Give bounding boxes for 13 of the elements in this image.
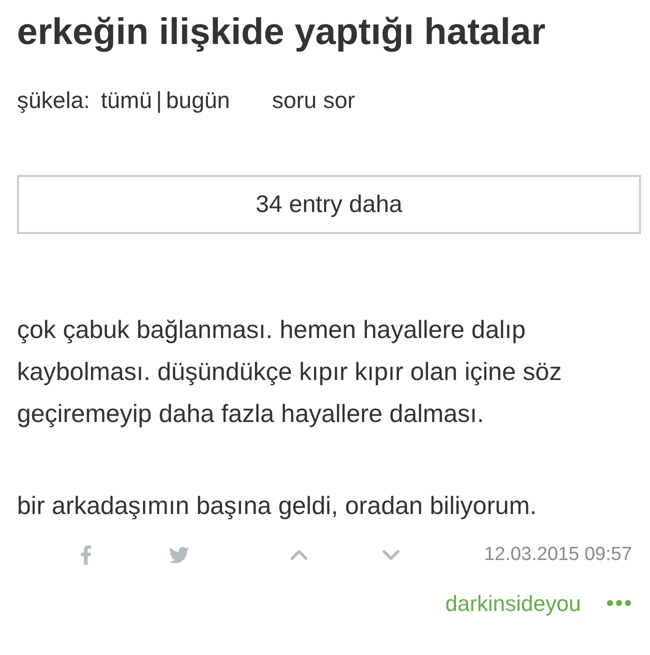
ask-question-link[interactable]: soru sor [272, 86, 356, 114]
sort-label: şükela: [17, 86, 90, 114]
more-options-icon[interactable] [607, 600, 631, 606]
facebook-icon[interactable] [80, 544, 92, 566]
separator-text: | [156, 86, 162, 114]
twitter-icon[interactable] [167, 545, 191, 565]
entry-paragraph: çok çabuk bağlanması. hemen hayallere dalıp kaybolması. düşündükçe kıpır kıpır olan içine söz geçiremeyip daha fazla hayallere dalması. [17, 315, 563, 430]
more-entries-button[interactable]: 34 entry daha [17, 175, 641, 234]
filter-link[interactable]: tümü [100, 86, 152, 114]
topic-title: erkeğin ilişkide yaptığı hatalar [17, 10, 546, 54]
filter-link[interactable]: bugün [166, 86, 230, 114]
entry-date: 12.03.2015 09:57 [484, 542, 632, 567]
entry-paragraph: bir arkadaşımın başına geldi, oradan biliyorum. [17, 491, 538, 522]
